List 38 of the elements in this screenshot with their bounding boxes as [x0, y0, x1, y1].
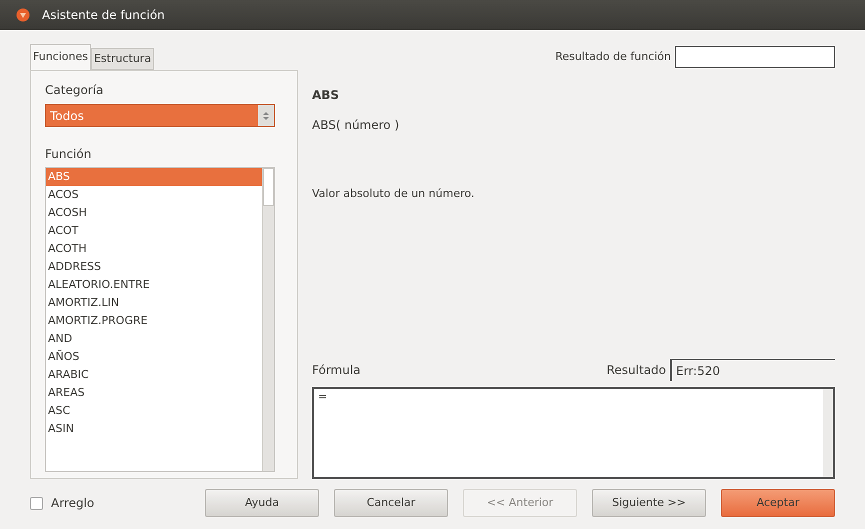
function-name: ABS [312, 87, 340, 104]
field-label: Resultado de función [555, 48, 671, 65]
list-item[interactable]: ASIN [46, 420, 262, 438]
scrollbar[interactable] [823, 389, 833, 477]
checkbox[interactable] [30, 496, 43, 510]
dialog-button[interactable]: Aceptar [721, 489, 835, 517]
dialog-button[interactable]: Siguiente >> [592, 489, 706, 517]
list-item[interactable]: ALEATORIO.ENTRE [46, 276, 262, 294]
tab[interactable]: Funciones [30, 44, 91, 70]
checkbox-label: Arreglo [51, 495, 94, 512]
field-label: Fórmula [312, 362, 361, 379]
list-item[interactable]: ACOS [46, 186, 262, 204]
function-result-field[interactable] [675, 46, 835, 68]
field-label: Función [45, 146, 92, 163]
list-item[interactable]: ASC [46, 402, 262, 420]
function-syntax: ABS( número ) [312, 117, 400, 134]
field-label: Categoría [45, 82, 104, 99]
list-item[interactable]: AMORTIZ.LIN [46, 294, 262, 312]
function-description: Valor absoluto de un número. [312, 186, 476, 202]
list-item[interactable]: AMORTIZ.PROGRE [46, 312, 262, 330]
result-field[interactable]: Err:520 [670, 359, 835, 381]
dialog-button[interactable]: Ayuda [205, 489, 319, 517]
list-item[interactable]: ACOT [46, 222, 262, 240]
list-item[interactable]: ADDRESS [46, 258, 262, 276]
dialog-button[interactable]: Cancelar [334, 489, 448, 517]
formula-field[interactable]: = [312, 387, 835, 479]
tab[interactable]: Estructura [90, 48, 154, 70]
list-item[interactable]: AÑOS [46, 348, 262, 366]
list-item[interactable]: ACOSH [46, 204, 262, 222]
list-item[interactable]: AND [46, 330, 262, 348]
list-item[interactable]: ARABIC [46, 366, 262, 384]
app-logo-icon [16, 8, 30, 22]
scrollbar[interactable] [262, 168, 274, 471]
field-label: Resultado [606, 362, 666, 379]
list-item[interactable]: AREAS [46, 384, 262, 402]
list-item[interactable]: ACOTH [46, 240, 262, 258]
spinner-arrows-icon [263, 110, 269, 120]
window-title: Asistente de función [42, 7, 165, 24]
